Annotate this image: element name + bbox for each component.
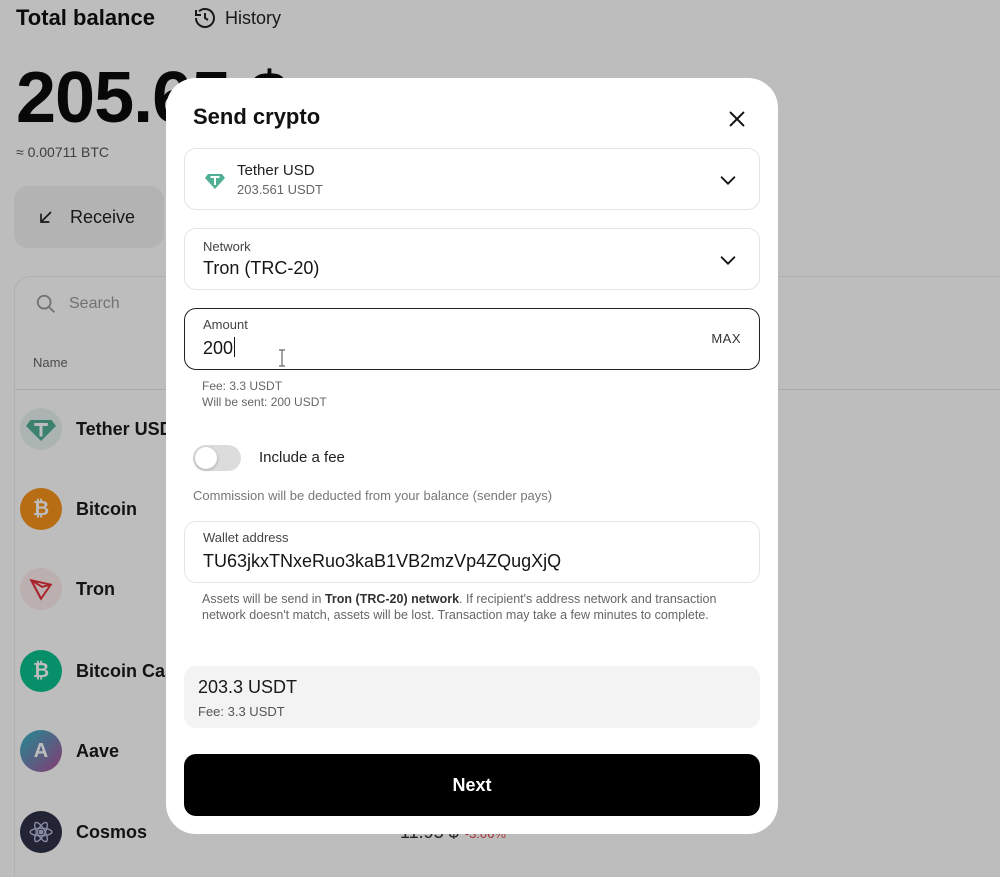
wallet-note-network: Tron (TRC-20) network bbox=[324, 592, 460, 606]
next-button[interactable]: Next bbox=[184, 754, 760, 816]
amount-input[interactable]: Amount 200 MAX bbox=[184, 308, 760, 370]
toggle-knob bbox=[195, 447, 217, 469]
amount-text: 200 bbox=[203, 338, 234, 358]
send-crypto-modal: Send crypto Tether USD 203.561 USDT Netw… bbox=[166, 78, 778, 834]
include-fee-label: Include a fee bbox=[259, 449, 345, 466]
text-caret bbox=[234, 337, 236, 357]
network-value: Tron (TRC-20) bbox=[203, 258, 320, 278]
include-fee-toggle[interactable] bbox=[193, 445, 241, 471]
summary-fee: Fee: 3.3 USDT bbox=[198, 704, 285, 719]
asset-name: Tether USD bbox=[237, 162, 315, 179]
will-be-sent-line: Will be sent: 200 USDT bbox=[202, 395, 327, 409]
wallet-address-field[interactable]: Wallet address TU63jkxTNxeRuo3kaB1VB2mzV… bbox=[184, 521, 760, 583]
wallet-note: Assets will be send in Tron (TRC-20) net… bbox=[202, 591, 742, 623]
asset-balance: 203.561 USDT bbox=[237, 182, 323, 197]
close-button[interactable] bbox=[722, 104, 752, 134]
tether-icon bbox=[205, 174, 225, 189]
network-label: Network bbox=[203, 239, 251, 254]
text-cursor-icon bbox=[279, 349, 285, 367]
network-select[interactable]: Network Tron (TRC-20) bbox=[184, 228, 760, 290]
summary-total: 203.3 USDT bbox=[198, 677, 298, 697]
chevron-down-icon bbox=[720, 176, 736, 185]
wallet-label: Wallet address bbox=[203, 530, 289, 545]
close-icon bbox=[729, 111, 745, 127]
send-summary: 203.3 USDT Fee: 3.3 USDT bbox=[184, 666, 760, 728]
fee-info: Fee: 3.3 USDT Will be sent: 200 USDT bbox=[202, 378, 327, 410]
amount-value[interactable]: 200 bbox=[203, 337, 236, 359]
amount-label: Amount bbox=[203, 317, 248, 332]
asset-select[interactable]: Tether USD 203.561 USDT bbox=[184, 148, 760, 210]
wallet-value: TU63jkxTNxeRuo3kaB1VB2mzVp4ZQugXjQ bbox=[203, 551, 562, 571]
commission-note: Commission will be deducted from your ba… bbox=[193, 488, 553, 503]
modal-title: Send crypto bbox=[193, 104, 321, 129]
wallet-note-prefix: Assets will be send in bbox=[202, 592, 325, 606]
fee-line: Fee: 3.3 USDT bbox=[202, 379, 283, 393]
chevron-down-icon bbox=[720, 256, 736, 265]
max-button[interactable]: MAX bbox=[711, 331, 741, 346]
